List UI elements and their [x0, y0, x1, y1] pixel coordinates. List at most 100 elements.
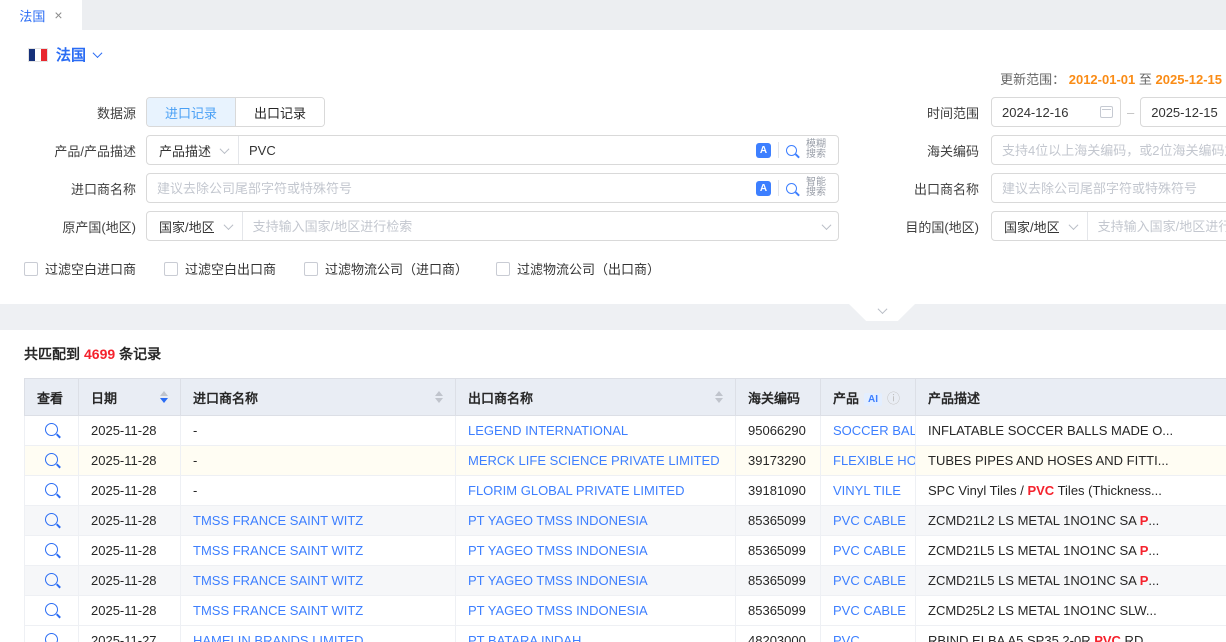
view-record-button[interactable]	[45, 633, 58, 642]
update-range-label: 更新范围：	[1000, 72, 1065, 87]
product-link[interactable]: VINYL TILE	[833, 483, 901, 498]
export-records-tab[interactable]: 出口记录	[235, 98, 324, 126]
chevron-down-icon	[877, 304, 887, 314]
importer-link[interactable]: TMSS FRANCE SAINT WITZ	[193, 603, 363, 618]
importer-search-group: A 智能搜索	[146, 173, 839, 203]
hs-code-cell: 39173290	[736, 446, 821, 476]
importer-cell: HAMELIN BRANDS LIMITED	[181, 626, 456, 642]
date-cell: 2025-11-28	[79, 416, 181, 446]
importer-cell: TMSS FRANCE SAINT WITZ	[181, 506, 456, 536]
fuzzy-search-icon[interactable]	[786, 145, 797, 156]
importer-link[interactable]: HAMELIN BRANDS LIMITED	[193, 633, 363, 642]
description-text: SPC Vinyl Tiles /	[928, 483, 1027, 498]
sort-exporter[interactable]	[715, 391, 723, 403]
origin-country-label: 原产国(地区)	[24, 217, 136, 236]
product-link[interactable]: PVC CABLE	[833, 513, 906, 528]
description-cell: ZCMD21L5 LS METAL 1NO1NC SA P...	[916, 536, 1226, 566]
view-record-button[interactable]	[45, 453, 58, 466]
product-cell: FLEXIBLE HOSE PVC	[821, 446, 916, 476]
importer-link[interactable]: TMSS FRANCE SAINT WITZ	[193, 513, 363, 528]
translate-icon[interactable]: A	[756, 181, 771, 196]
view-record-button[interactable]	[45, 573, 58, 586]
view-record-button[interactable]	[45, 603, 58, 616]
destination-country-input[interactable]	[1088, 212, 1226, 240]
exporter-link[interactable]: PT YAGEO TMSS INDONESIA	[468, 603, 648, 618]
exporter-cell: FLORIM GLOBAL PRIVATE LIMITED	[456, 476, 736, 506]
exporter-link[interactable]: PT BATARA INDAH	[468, 633, 581, 642]
importer-cell: TMSS FRANCE SAINT WITZ	[181, 596, 456, 626]
date-to-input[interactable]	[1140, 97, 1226, 127]
filter-checkbox-row: 过滤空白进口商 过滤空白出口商 过滤物流公司（进口商） 过滤物流公司（出口商）	[0, 259, 1226, 278]
tab-france-label: 法国	[19, 6, 45, 25]
fuzzy-search-label[interactable]: 模糊搜索	[806, 140, 830, 160]
info-icon[interactable]: ⓘ	[887, 391, 900, 406]
exporter-cell: PT YAGEO TMSS INDONESIA	[456, 566, 736, 596]
exporter-link[interactable]: PT YAGEO TMSS INDONESIA	[468, 513, 648, 528]
sort-date[interactable]	[160, 391, 168, 403]
view-cell	[25, 506, 79, 536]
exporter-link[interactable]: PT YAGEO TMSS INDONESIA	[468, 573, 648, 588]
product-cell: VINYL TILE	[821, 476, 916, 506]
importer-name-input[interactable]	[147, 174, 752, 202]
update-range-to: 2025-12-15	[1156, 72, 1223, 87]
checkbox-icon[interactable]	[164, 262, 178, 276]
exporter-cell: PT YAGEO TMSS INDONESIA	[456, 506, 736, 536]
product-link[interactable]: FLEXIBLE HOSE PVC	[833, 453, 916, 468]
date-from-wrap	[991, 97, 1121, 127]
close-icon[interactable]: ×	[54, 8, 62, 22]
product-search-input[interactable]	[239, 136, 752, 164]
checkbox-icon[interactable]	[496, 262, 510, 276]
france-flag-icon	[28, 48, 48, 62]
smart-search-label[interactable]: 智能搜索	[806, 178, 830, 198]
exporter-link[interactable]: LEGEND INTERNATIONAL	[468, 423, 628, 438]
smart-search-icon[interactable]	[786, 183, 797, 194]
product-link[interactable]: PVC CABLE	[833, 543, 906, 558]
product-link[interactable]: PVC CABLE	[833, 573, 906, 588]
tab-france[interactable]: 法国 ×	[0, 0, 82, 30]
importer-cell: TMSS FRANCE SAINT WITZ	[181, 536, 456, 566]
product-link[interactable]: PVC CABLE	[833, 603, 906, 618]
view-record-button[interactable]	[45, 483, 58, 496]
exporter-link[interactable]: MERCK LIFE SCIENCE PRIVATE LIMITED	[468, 453, 720, 468]
checkbox-icon[interactable]	[304, 262, 318, 276]
chevron-down-icon[interactable]	[93, 48, 103, 58]
description-text: RBIND ELBA A5 SP35 2-0R	[928, 633, 1094, 642]
origin-country-input[interactable]	[243, 212, 819, 240]
importer-cell: TMSS FRANCE SAINT WITZ	[181, 566, 456, 596]
checkbox-icon[interactable]	[24, 262, 38, 276]
importer-cell: -	[181, 416, 456, 446]
view-record-button[interactable]	[45, 423, 58, 436]
importer-link[interactable]: TMSS FRANCE SAINT WITZ	[193, 543, 363, 558]
sort-importer[interactable]	[435, 391, 443, 403]
table-row: 2025-11-28-FLORIM GLOBAL PRIVATE LIMITED…	[25, 476, 1226, 506]
product-link[interactable]: SOCCER BALL	[833, 423, 916, 438]
hs-code-cell: 85365099	[736, 566, 821, 596]
product-cell: PVC CABLE	[821, 536, 916, 566]
translate-icon[interactable]: A	[756, 143, 771, 158]
product-link[interactable]: PVC	[833, 633, 860, 642]
origin-country-select[interactable]: 国家/地区	[147, 212, 243, 240]
data-source-segmented: 进口记录 出口记录	[146, 97, 325, 127]
table-row: 2025-11-28TMSS FRANCE SAINT WITZPT YAGEO…	[25, 566, 1226, 596]
filter-logistics-importer-checkbox[interactable]: 过滤物流公司（进口商）	[304, 259, 468, 278]
exporter-link[interactable]: PT YAGEO TMSS INDONESIA	[468, 543, 648, 558]
exporter-cell: PT YAGEO TMSS INDONESIA	[456, 536, 736, 566]
description-cell: SPC Vinyl Tiles / PVC Tiles (Thickness..…	[916, 476, 1226, 506]
import-records-tab[interactable]: 进口记录	[147, 98, 235, 126]
product-field-select[interactable]: 产品描述	[147, 136, 239, 164]
date-dash: –	[1127, 105, 1134, 120]
description-cell: ZCMD21L2 LS METAL 1NO1NC SA P...	[916, 506, 1226, 536]
view-record-button[interactable]	[45, 513, 58, 526]
country-name[interactable]: 法国	[56, 44, 86, 65]
filter-blank-importer-checkbox[interactable]: 过滤空白进口商	[24, 259, 136, 278]
hs-code-input[interactable]	[991, 135, 1226, 165]
exporter-link[interactable]: FLORIM GLOBAL PRIVATE LIMITED	[468, 483, 684, 498]
view-record-button[interactable]	[45, 543, 58, 556]
table-row: 2025-11-28-MERCK LIFE SCIENCE PRIVATE LI…	[25, 446, 1226, 476]
importer-link[interactable]: TMSS FRANCE SAINT WITZ	[193, 573, 363, 588]
destination-country-select[interactable]: 国家/地区	[992, 212, 1088, 240]
divider	[778, 142, 779, 158]
exporter-name-input[interactable]	[991, 173, 1226, 203]
filter-logistics-exporter-checkbox[interactable]: 过滤物流公司（出口商）	[496, 259, 660, 278]
filter-blank-exporter-checkbox[interactable]: 过滤空白出口商	[164, 259, 276, 278]
